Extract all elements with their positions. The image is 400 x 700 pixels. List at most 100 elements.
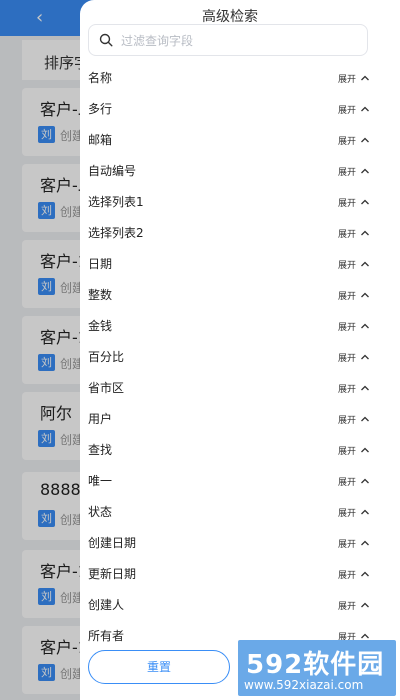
field-row-email[interactable]: 邮箱 展开 bbox=[80, 124, 380, 155]
expand-label: 展开 bbox=[337, 167, 356, 178]
expand-toggle[interactable]: 展开 bbox=[338, 474, 370, 488]
expand-toggle[interactable]: 展开 bbox=[338, 102, 370, 116]
chevron-up-icon bbox=[361, 168, 369, 174]
field-label: 选择列表2 bbox=[88, 226, 144, 240]
expand-toggle[interactable]: 展开 bbox=[338, 164, 370, 178]
field-label: 选择列表1 bbox=[88, 195, 144, 209]
field-row-integer[interactable]: 整数 展开 bbox=[80, 279, 380, 310]
field-row-money[interactable]: 金钱 展开 bbox=[80, 310, 380, 341]
expand-label: 展开 bbox=[337, 446, 356, 457]
advanced-search-drawer: 高级检索 名称 展开 多行 展开 邮箱 展开 bbox=[80, 0, 400, 700]
watermark-url: www.592xiazai.com bbox=[244, 678, 364, 692]
chevron-up-icon bbox=[361, 137, 369, 143]
expand-label: 展开 bbox=[337, 539, 356, 550]
field-label: 名称 bbox=[88, 71, 113, 85]
field-label: 查找 bbox=[88, 443, 113, 457]
field-row-status[interactable]: 状态 展开 bbox=[80, 496, 380, 527]
field-label: 状态 bbox=[88, 505, 113, 519]
chevron-up-icon bbox=[361, 261, 369, 267]
expand-toggle[interactable]: 展开 bbox=[338, 598, 370, 612]
chevron-up-icon bbox=[361, 75, 369, 81]
chevron-up-icon bbox=[361, 478, 369, 484]
expand-label: 展开 bbox=[337, 477, 356, 488]
field-label: 多行 bbox=[88, 102, 113, 116]
expand-label: 展开 bbox=[337, 415, 356, 426]
field-label: 邮箱 bbox=[88, 133, 113, 147]
expand-label: 展开 bbox=[337, 384, 356, 395]
chevron-up-icon bbox=[361, 633, 369, 639]
expand-label: 展开 bbox=[337, 229, 356, 240]
expand-toggle[interactable]: 展开 bbox=[338, 536, 370, 550]
chevron-up-icon bbox=[361, 571, 369, 577]
field-label: 省市区 bbox=[88, 381, 125, 395]
field-label: 用户 bbox=[88, 412, 113, 426]
expand-label: 展开 bbox=[337, 601, 356, 612]
chevron-up-icon bbox=[361, 416, 369, 422]
expand-toggle[interactable]: 展开 bbox=[338, 288, 370, 302]
expand-toggle[interactable]: 展开 bbox=[338, 381, 370, 395]
search-icon bbox=[99, 33, 113, 47]
expand-toggle[interactable]: 展开 bbox=[338, 567, 370, 581]
drawer-title: 高级检索 bbox=[202, 9, 258, 25]
expand-label: 展开 bbox=[337, 570, 356, 581]
chevron-up-icon bbox=[361, 106, 369, 112]
field-label: 日期 bbox=[88, 257, 113, 271]
expand-label: 展开 bbox=[337, 260, 356, 271]
expand-toggle[interactable]: 展开 bbox=[338, 505, 370, 519]
field-label: 整数 bbox=[88, 288, 113, 302]
field-label: 更新日期 bbox=[88, 567, 137, 581]
field-row-unique[interactable]: 唯一 展开 bbox=[80, 465, 380, 496]
field-row-multiline[interactable]: 多行 展开 bbox=[80, 93, 380, 124]
field-label: 自动编号 bbox=[88, 164, 137, 178]
expand-toggle[interactable]: 展开 bbox=[338, 226, 370, 240]
expand-toggle[interactable]: 展开 bbox=[338, 195, 370, 209]
field-row-select-list-2[interactable]: 选择列表2 展开 bbox=[80, 217, 380, 248]
field-label: 百分比 bbox=[88, 350, 125, 364]
field-label: 创建日期 bbox=[88, 536, 137, 550]
search-input[interactable] bbox=[121, 31, 361, 51]
field-row-region[interactable]: 省市区 展开 bbox=[80, 372, 380, 403]
field-row-updated-date[interactable]: 更新日期 展开 bbox=[80, 558, 380, 589]
field-label: 唯一 bbox=[88, 474, 113, 488]
chevron-up-icon bbox=[361, 602, 369, 608]
chevron-up-icon bbox=[361, 540, 369, 546]
expand-toggle[interactable]: 展开 bbox=[338, 257, 370, 271]
chevron-up-icon bbox=[361, 447, 369, 453]
chevron-up-icon bbox=[361, 230, 369, 236]
field-row-created-date[interactable]: 创建日期 展开 bbox=[80, 527, 380, 558]
field-row-auto-number[interactable]: 自动编号 展开 bbox=[80, 155, 380, 186]
chevron-up-icon bbox=[361, 323, 369, 329]
expand-label: 展开 bbox=[337, 322, 356, 333]
expand-label: 展开 bbox=[337, 105, 356, 116]
chevron-up-icon bbox=[361, 199, 369, 205]
expand-toggle[interactable]: 展开 bbox=[338, 133, 370, 147]
expand-label: 展开 bbox=[337, 353, 356, 364]
field-label: 创建人 bbox=[88, 598, 125, 612]
expand-toggle[interactable]: 展开 bbox=[338, 350, 370, 364]
reset-button[interactable]: 重置 bbox=[88, 650, 230, 684]
expand-label: 展开 bbox=[337, 136, 356, 147]
field-label: 金钱 bbox=[88, 319, 113, 333]
field-row-date[interactable]: 日期 展开 bbox=[80, 248, 380, 279]
watermark-text: 592软件园 bbox=[246, 650, 385, 680]
expand-toggle[interactable]: 展开 bbox=[338, 443, 370, 457]
chevron-up-icon bbox=[361, 509, 369, 515]
field-row-creator[interactable]: 创建人 展开 bbox=[80, 589, 380, 620]
chevron-up-icon bbox=[361, 354, 369, 360]
field-row-select-list-1[interactable]: 选择列表1 展开 bbox=[80, 186, 380, 217]
expand-toggle[interactable]: 展开 bbox=[338, 412, 370, 426]
field-row-lookup[interactable]: 查找 展开 bbox=[80, 434, 380, 465]
field-row-percent[interactable]: 百分比 展开 bbox=[80, 341, 380, 372]
search-box[interactable] bbox=[88, 24, 368, 56]
field-row-user[interactable]: 用户 展开 bbox=[80, 403, 380, 434]
field-label: 所有者 bbox=[88, 629, 125, 643]
expand-label: 展开 bbox=[337, 508, 356, 519]
expand-label: 展开 bbox=[337, 198, 356, 209]
expand-label: 展开 bbox=[337, 74, 356, 85]
watermark-logo: 592软件园 www.592xiazai.com bbox=[238, 640, 396, 696]
expand-label: 展开 bbox=[337, 291, 356, 302]
expand-toggle[interactable]: 展开 bbox=[338, 71, 370, 85]
chevron-up-icon bbox=[361, 385, 369, 391]
field-row-name[interactable]: 名称 展开 bbox=[80, 62, 380, 93]
expand-toggle[interactable]: 展开 bbox=[338, 319, 370, 333]
